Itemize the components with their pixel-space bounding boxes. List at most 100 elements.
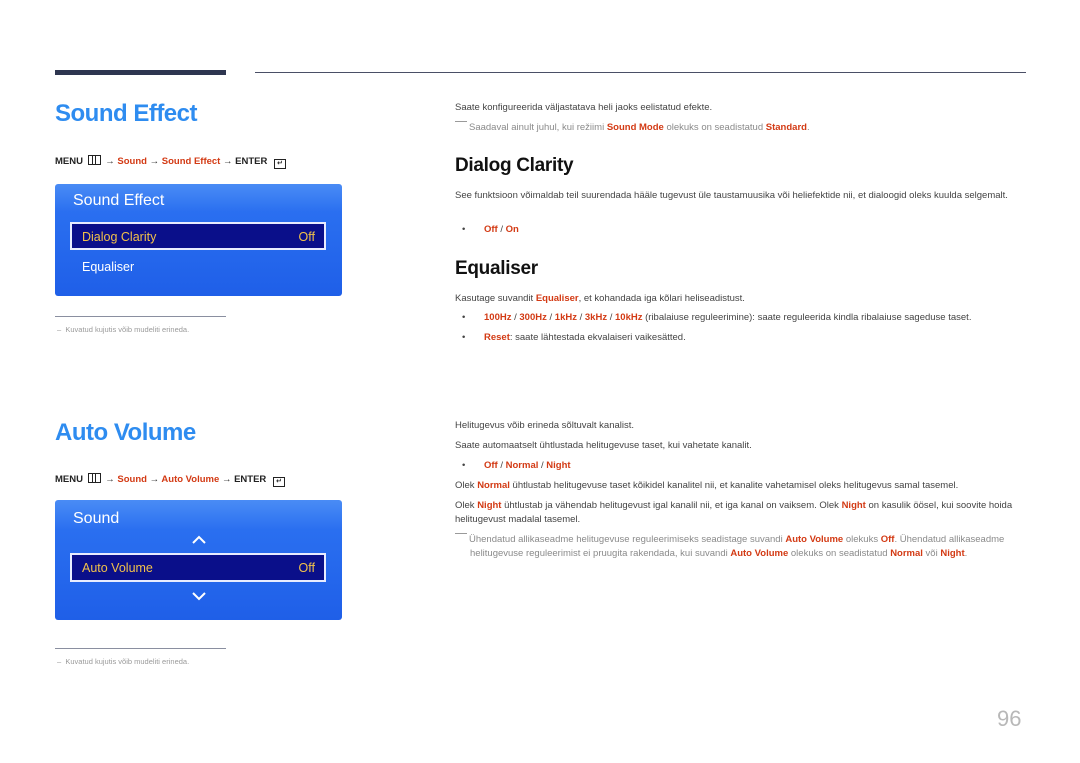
- osd-item-auto-volume[interactable]: Auto Volume Off: [70, 553, 326, 582]
- chevron-up-icon[interactable]: [191, 532, 207, 550]
- osd-item-equaliser[interactable]: Equaliser: [82, 260, 134, 274]
- highlight: Auto Volume: [730, 548, 789, 559]
- highlight: Off: [880, 534, 895, 545]
- text: Olek: [455, 480, 478, 491]
- menu-label: MENU: [55, 474, 83, 485]
- band-3khz: 3kHz: [584, 312, 608, 323]
- menu-step-sound: Sound: [117, 156, 147, 167]
- bullet-icon: •: [462, 460, 466, 471]
- osd-title: Sound Effect: [73, 192, 165, 209]
- footnote-text: Kuvatud kujutis võib mudeliti erineda.: [65, 325, 190, 334]
- reset-label: Reset: [484, 332, 510, 343]
- menu-icon: [87, 155, 101, 165]
- text: olekuks on seadistatud: [788, 548, 891, 559]
- band-1khz: 1kHz: [554, 312, 577, 323]
- option-off: Off: [484, 460, 498, 471]
- text: või: [922, 548, 941, 559]
- arrow: →: [221, 474, 232, 485]
- text: Olek: [455, 500, 478, 511]
- reset-description: : saate lähtestada ekvalaiseri vaikesätt…: [509, 332, 686, 343]
- enter-icon: ↵: [272, 477, 285, 487]
- bullet-icon: •: [462, 332, 466, 343]
- enter-label: ENTER: [234, 474, 267, 485]
- footnote: – Kuvatud kujutis võib mudeliti erineda.: [57, 657, 190, 666]
- highlight: Equaliser: [535, 293, 579, 304]
- subsection-title-equaliser: Equaliser: [455, 258, 538, 279]
- osd-item-value: Off: [298, 561, 315, 575]
- note-highlight: Sound Mode: [606, 122, 664, 133]
- band-10khz: 10kHz: [615, 312, 643, 323]
- band-300hz: 300Hz: [519, 312, 547, 323]
- bands-description: (ribalaiuse reguleerimine): saate regule…: [642, 312, 972, 323]
- enter-label: ENTER: [235, 156, 268, 167]
- text: Kasutage suvandit: [455, 293, 536, 304]
- osd-item-label: Auto Volume: [82, 561, 153, 575]
- equaliser-text: Kasutage suvandit Equaliser, et kohandad…: [455, 292, 745, 306]
- bullet-icon: •: [462, 224, 466, 235]
- menu-path-sound-effect: MENU → Sound → Sound Effect → ENTER ↵: [55, 155, 286, 169]
- osd-item-label: Dialog Clarity: [82, 230, 157, 244]
- chevron-down-icon[interactable]: [191, 588, 207, 606]
- note-text: .: [806, 122, 810, 133]
- highlight: Auto Volume: [785, 534, 844, 545]
- night-description: Olek Night ühtlustab ja vähendab helitug…: [455, 499, 1025, 527]
- option-off: Off: [484, 224, 498, 235]
- note-text: olekuks on seadistatud: [663, 122, 766, 133]
- text: .: [964, 548, 968, 559]
- menu-step-auto-volume: Auto Volume: [161, 474, 220, 485]
- dialog-clarity-options: • Off / On: [462, 223, 519, 237]
- menu-path-auto-volume: MENU → Sound → Auto Volume → ENTER ↵: [55, 473, 285, 487]
- separator: /: [497, 224, 506, 235]
- enter-icon: ↵: [273, 159, 286, 169]
- osd-panel-sound-effect: Sound Effect Dialog Clarity Off Equalise…: [55, 184, 342, 296]
- option-night: Night: [546, 460, 571, 471]
- band-100hz: 100Hz: [484, 312, 512, 323]
- option-on: On: [505, 224, 519, 235]
- arrow: →: [105, 474, 115, 485]
- osd-item-value: Off: [298, 230, 315, 244]
- subsection-title-dialog-clarity: Dialog Clarity: [455, 155, 574, 176]
- osd-item-dialog-clarity[interactable]: Dialog Clarity Off: [70, 222, 326, 250]
- arrow: →: [222, 156, 233, 167]
- note-dash: [455, 533, 467, 534]
- highlight: Night: [841, 500, 866, 511]
- menu-step-sound-effect: Sound Effect: [161, 156, 221, 167]
- section-title-auto-volume: Auto Volume: [55, 419, 196, 446]
- text: ühtlustab helitugevuse taset kõikidel ka…: [509, 480, 959, 491]
- highlight: Normal: [477, 480, 510, 491]
- auto-volume-note: Ühendatud allikaseadme helitugevuse regu…: [455, 533, 1025, 561]
- footnote: – Kuvatud kujutis võib mudeliti erineda.: [57, 325, 190, 334]
- note-text: Saadaval ainult juhul, kui režiimi: [469, 122, 607, 133]
- arrow: →: [105, 156, 115, 167]
- highlight: Night: [940, 548, 965, 559]
- auto-volume-line2: Saate automaatselt ühtlustada helitugevu…: [455, 440, 752, 451]
- note-dash: [455, 121, 467, 122]
- equaliser-reset: • Reset: saate lähtestada ekvalaiseri vai…: [462, 331, 686, 345]
- auto-volume-line1: Helitugevus võib erineda sõltuvalt kanal…: [455, 420, 635, 431]
- text: olekuks: [843, 534, 881, 545]
- highlight: Normal: [890, 548, 923, 559]
- osd-title: Sound: [73, 510, 120, 527]
- bullet-icon: •: [462, 312, 466, 323]
- arrow: →: [149, 474, 160, 485]
- equaliser-bands: • 100Hz / 300Hz / 1kHz / 3kHz / 10kHz (ri…: [462, 312, 972, 323]
- section-title-sound-effect: Sound Effect: [55, 100, 198, 127]
- footnote-rule: [55, 648, 226, 649]
- page-number: 96: [997, 706, 1022, 731]
- header-rule-thick: [55, 70, 226, 75]
- text: Ühendatud allikaseadme helitugevuse regu…: [469, 534, 786, 545]
- highlight: Night: [477, 500, 502, 511]
- text: ühtlustab ja vähendab helitugevust igal …: [501, 500, 842, 511]
- dialog-clarity-text: See funktsioon võimaldab teil suurendada…: [455, 190, 1008, 201]
- note-highlight: Standard: [765, 122, 807, 133]
- menu-label: MENU: [55, 156, 83, 167]
- footnote-rule: [55, 316, 226, 317]
- text: , et kohandada iga kõlari heliseadistust…: [578, 293, 745, 304]
- header-rule-thin: [255, 72, 1026, 73]
- normal-description: Olek Normal ühtlustab helitugevuse taset…: [455, 479, 958, 493]
- footnote-text: Kuvatud kujutis võib mudeliti erineda.: [65, 657, 190, 666]
- menu-icon: [87, 473, 101, 483]
- sound-effect-note: Saadaval ainult juhul, kui režiimi Sound…: [455, 121, 810, 135]
- arrow: →: [149, 156, 160, 167]
- osd-panel-sound: Sound Auto Volume Off: [55, 500, 342, 620]
